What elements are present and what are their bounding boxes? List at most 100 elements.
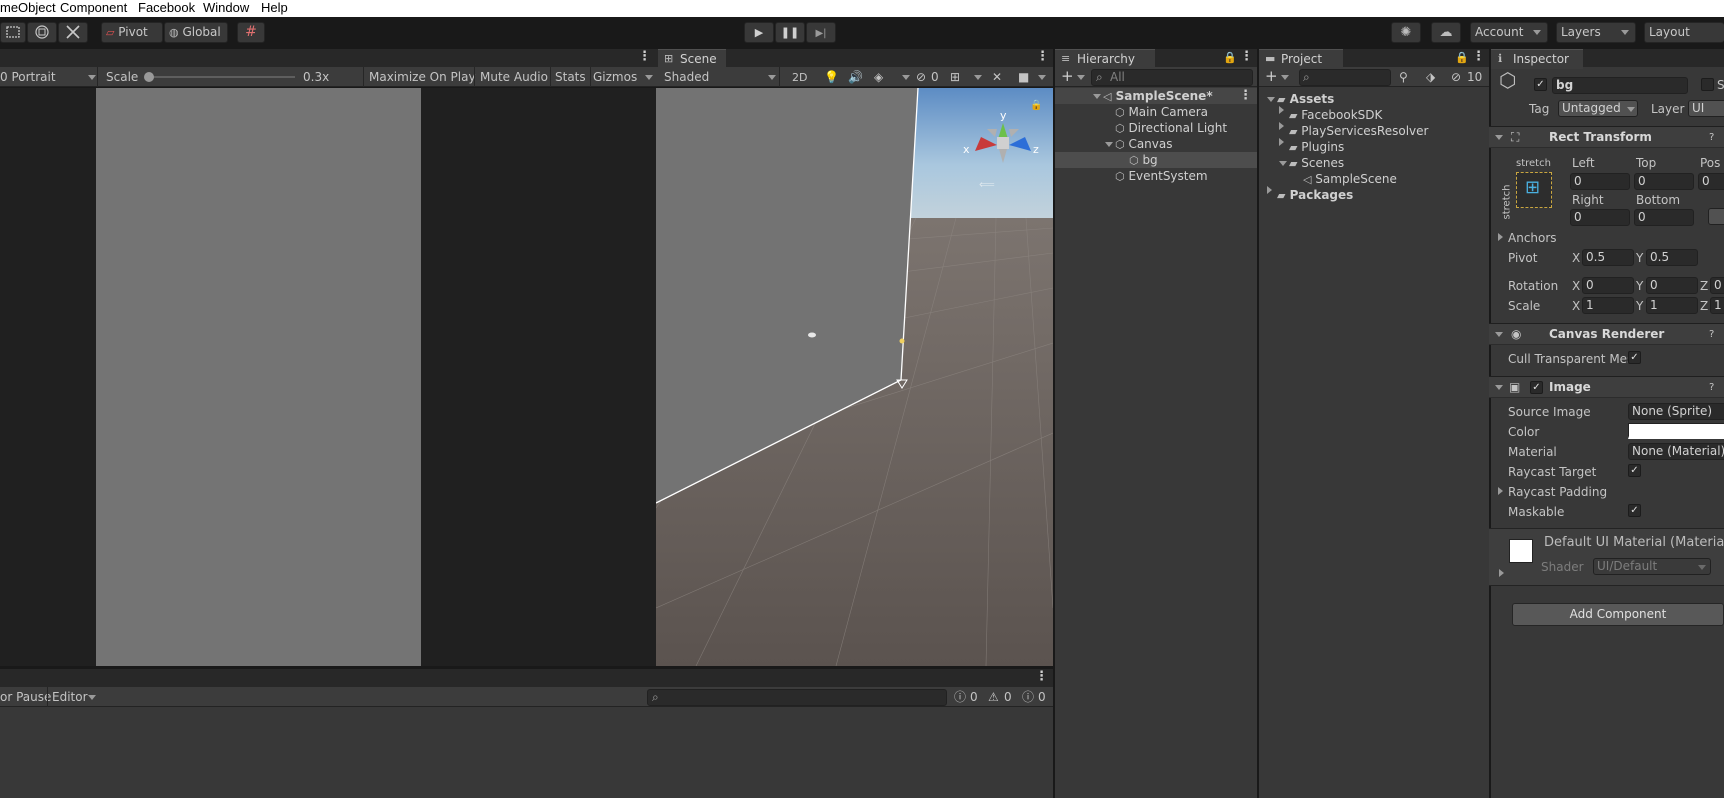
pos-z-field[interactable]: 0 — [1698, 173, 1724, 190]
scene-viewport[interactable]: y x z ⟸ 🔒 — [656, 88, 1053, 666]
layer-dropdown[interactable]: UI — [1688, 100, 1724, 117]
global-toggle[interactable]: ◍ Global — [164, 22, 228, 43]
tab-inspector[interactable]: ℹ Inspector — [1491, 49, 1583, 69]
maskable-checkbox[interactable]: ✓ — [1628, 504, 1641, 517]
lock-icon[interactable]: 🔒 — [1223, 51, 1237, 65]
game-viewport[interactable] — [0, 88, 656, 666]
menu-help[interactable]: Help — [261, 0, 288, 16]
chevron-down-icon[interactable] — [1267, 97, 1275, 102]
image-enabled-checkbox[interactable]: ✓ — [1530, 381, 1543, 394]
asset-samplescene[interactable]: ◁ SampleScene — [1303, 171, 1397, 188]
lighting-icon[interactable]: 💡 — [824, 70, 839, 84]
chevron-right-icon[interactable] — [1279, 138, 1284, 146]
rect-transform-header[interactable]: ⛶ Rect Transform ? — [1489, 126, 1724, 148]
warning-icon[interactable]: ⚠ — [988, 690, 999, 704]
tree-item-assets[interactable]: ▰ Assets — [1277, 91, 1334, 108]
blueprint-button[interactable] — [1708, 208, 1724, 225]
bottom-field[interactable]: 0 — [1634, 209, 1694, 226]
folder-plugins[interactable]: ▰ Plugins — [1289, 139, 1344, 156]
tab-project[interactable]: ▬ Project — [1259, 49, 1343, 69]
add-component-button[interactable]: Add Component — [1512, 603, 1724, 626]
project-search-input[interactable]: ⌕ — [1299, 69, 1391, 86]
menu-facebook[interactable]: Facebook — [138, 0, 195, 16]
cull-checkbox[interactable]: ✓ — [1628, 351, 1641, 364]
menu-window[interactable]: Window — [203, 0, 249, 16]
effects-icon[interactable]: ◈ — [874, 70, 883, 84]
help-icon[interactable]: ? — [1709, 131, 1714, 145]
folder-playservicesresolver[interactable]: ▰ PlayServicesResolver — [1289, 123, 1428, 140]
folder-facebooksdk[interactable]: ▰ FacebookSDK — [1289, 107, 1382, 124]
cloud-button[interactable]: ☁ — [1431, 22, 1461, 43]
chevron-down-icon[interactable] — [902, 75, 910, 80]
resolution-dropdown[interactable]: 0 Portrait — [0, 67, 98, 87]
rotation-y-field[interactable]: 0 — [1646, 277, 1698, 294]
chevron-down-icon[interactable] — [974, 75, 982, 80]
pivot-toggle[interactable]: ▱ Pivot — [101, 22, 163, 43]
scale-x-field[interactable]: 1 — [1582, 297, 1634, 314]
hidden-packages-icon[interactable]: ⊘ — [1451, 70, 1461, 84]
material-field[interactable]: None (Material) — [1628, 443, 1724, 460]
tree-item-scene[interactable]: ◁ SampleScene* — [1103, 88, 1213, 105]
chevron-down-icon[interactable] — [1077, 75, 1085, 80]
tab-scene[interactable]: ⊞ Scene — [658, 49, 726, 69]
tab-hierarchy[interactable]: ≡ Hierarchy — [1055, 49, 1155, 69]
tree-item-packages[interactable]: ▰ Packages — [1277, 187, 1353, 204]
pivot-x-field[interactable]: 0.5 — [1582, 249, 1634, 266]
static-checkbox[interactable] — [1701, 78, 1714, 91]
layout-dropdown[interactable]: Layout — [1644, 22, 1724, 43]
error-icon[interactable]: ⓘ — [1022, 690, 1034, 704]
scale-slider-thumb[interactable] — [144, 72, 154, 82]
chevron-right-icon[interactable] — [1498, 487, 1503, 495]
rect-tool-button[interactable] — [0, 22, 26, 43]
scale-z-field[interactable]: 1 — [1710, 297, 1724, 314]
chevron-down-icon[interactable] — [1281, 75, 1289, 80]
tools-icon[interactable]: ✕ — [992, 70, 1002, 84]
canvas-renderer-header[interactable]: ◉ Canvas Renderer ? — [1489, 323, 1724, 345]
active-checkbox[interactable]: ✓ — [1534, 78, 1547, 91]
scale-slider[interactable] — [144, 72, 295, 82]
audio-icon[interactable]: 🔊 — [848, 70, 863, 84]
grid-snap-button[interactable]: # — [237, 22, 265, 43]
chevron-right-icon[interactable] — [1279, 106, 1284, 114]
camera-icon[interactable]: ■ — [1018, 70, 1029, 84]
lock-icon[interactable]: 🔒 — [1455, 51, 1469, 65]
chevron-down-icon[interactable] — [1038, 75, 1046, 80]
maximize-on-play-toggle[interactable]: Maximize On Play — [363, 67, 476, 87]
hierarchy-search-input[interactable]: ⌕ All — [1091, 69, 1253, 86]
color-swatch[interactable] — [1628, 423, 1724, 439]
left-field[interactable]: 0 — [1570, 173, 1630, 190]
raycast-padding-foldout[interactable]: Raycast Padding — [1508, 485, 1607, 499]
chevron-right-icon[interactable] — [1499, 569, 1504, 577]
mute-audio-toggle[interactable]: Mute Audio — [474, 67, 549, 87]
account-dropdown[interactable]: Account — [1470, 22, 1548, 43]
tree-item-canvas[interactable]: ⬡ Canvas — [1115, 136, 1172, 153]
folder-scenes[interactable]: ▰ Scenes — [1289, 155, 1344, 172]
shader-dropdown[interactable]: UI/Default — [1593, 558, 1711, 575]
image-header[interactable]: ▣ ✓ Image ? — [1489, 376, 1724, 398]
play-button[interactable]: ▶ — [744, 22, 774, 43]
2d-toggle[interactable]: 2D — [786, 67, 816, 87]
editor-dropdown[interactable]: Editor — [47, 687, 97, 707]
chevron-down-icon[interactable] — [1093, 94, 1101, 99]
tree-item-bg[interactable]: ⬡ bg — [1129, 152, 1158, 169]
right-field[interactable]: 0 — [1570, 209, 1630, 226]
chevron-down-icon[interactable] — [1105, 142, 1113, 147]
rotation-x-field[interactable]: 0 — [1582, 277, 1634, 294]
top-field[interactable]: 0 — [1634, 173, 1694, 190]
tree-item-directional-light[interactable]: ⬡ Directional Light — [1115, 120, 1227, 137]
anchors-foldout[interactable]: Anchors — [1508, 231, 1557, 245]
custom-tool-button[interactable] — [58, 22, 88, 43]
more-icon[interactable]: ⋮ — [1036, 49, 1049, 64]
chevron-right-icon[interactable] — [1267, 186, 1272, 194]
more-icon[interactable]: ⋮ — [1239, 88, 1252, 103]
log-icon[interactable]: ⓘ — [954, 690, 966, 704]
transform-tool-button[interactable] — [27, 22, 57, 43]
grid-icon[interactable]: ⊞ — [950, 70, 960, 84]
source-image-field[interactable]: None (Sprite) — [1628, 403, 1724, 420]
chevron-down-icon[interactable] — [1279, 161, 1287, 166]
tag-dropdown[interactable]: Untagged — [1558, 100, 1638, 117]
add-icon[interactable]: + — [1265, 69, 1278, 84]
anchor-presets-button[interactable]: ⊞ — [1516, 172, 1552, 208]
help-icon[interactable]: ? — [1709, 381, 1714, 395]
chevron-right-icon[interactable] — [1279, 122, 1284, 130]
